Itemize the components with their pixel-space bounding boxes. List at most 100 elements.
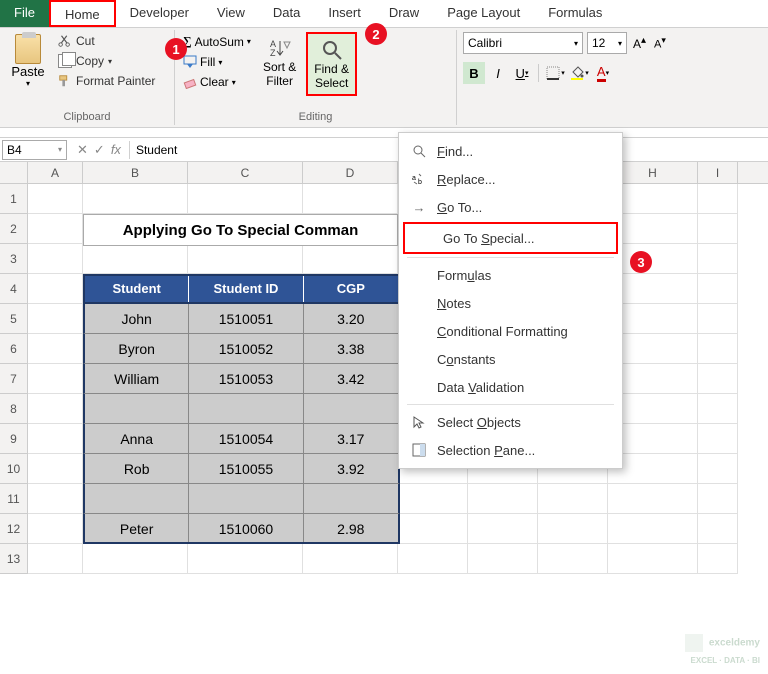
cell[interactable]	[698, 244, 738, 274]
th-student-id[interactable]: Student ID	[189, 276, 303, 302]
tab-insert[interactable]: Insert	[314, 0, 375, 27]
cell[interactable]	[28, 244, 83, 274]
table-cell[interactable]	[304, 484, 398, 513]
select-all-corner[interactable]	[0, 162, 28, 183]
row-head[interactable]: 7	[0, 364, 28, 394]
cell[interactable]	[698, 544, 738, 574]
row-head[interactable]: 1	[0, 184, 28, 214]
cell[interactable]	[303, 244, 398, 274]
dd-formulas[interactable]: Formulas	[399, 261, 622, 289]
cell[interactable]	[303, 544, 398, 574]
cell[interactable]	[538, 484, 608, 514]
dd-data-val[interactable]: Data Validation	[399, 373, 622, 401]
cell[interactable]	[28, 184, 83, 214]
cell[interactable]	[28, 304, 83, 334]
table-cell[interactable]: 1510054	[189, 424, 303, 453]
cell[interactable]	[28, 394, 83, 424]
tab-view[interactable]: View	[203, 0, 259, 27]
cell[interactable]	[698, 394, 738, 424]
row-head[interactable]: 5	[0, 304, 28, 334]
font-name-select[interactable]: Calibri▾	[463, 32, 583, 54]
cell[interactable]	[468, 514, 538, 544]
table-cell[interactable]: 1510052	[189, 334, 303, 363]
cell[interactable]	[398, 514, 468, 544]
cell[interactable]	[303, 184, 398, 214]
table-cell[interactable]: John	[85, 304, 189, 333]
col-head-I[interactable]: I	[698, 162, 738, 183]
cell[interactable]	[188, 244, 303, 274]
table-cell[interactable]: 3.20	[304, 304, 398, 333]
cell[interactable]	[83, 244, 188, 274]
dd-notes[interactable]: Notes	[399, 289, 622, 317]
row-head[interactable]: 6	[0, 334, 28, 364]
italic-button[interactable]: I	[487, 62, 509, 84]
table-cell[interactable]	[189, 484, 303, 513]
cut-button[interactable]: Cut	[54, 32, 159, 50]
cell[interactable]	[698, 274, 738, 304]
row-head[interactable]: 3	[0, 244, 28, 274]
paste-button[interactable]: Paste ▾	[6, 32, 50, 90]
dd-selection-pane[interactable]: Selection Pane...	[399, 436, 622, 464]
cell[interactable]	[28, 274, 83, 304]
cell[interactable]	[28, 514, 83, 544]
find-select-button[interactable]: Find & Select	[306, 32, 357, 96]
tab-data[interactable]: Data	[259, 0, 314, 27]
col-head-B[interactable]: B	[83, 162, 188, 183]
cell[interactable]	[698, 304, 738, 334]
cell[interactable]	[698, 334, 738, 364]
table-cell[interactable]: 3.17	[304, 424, 398, 453]
cell[interactable]	[28, 364, 83, 394]
format-painter-button[interactable]: Format Painter	[54, 72, 159, 90]
table-cell[interactable]: 1510060	[189, 514, 303, 542]
row-head[interactable]: 10	[0, 454, 28, 484]
clear-button[interactable]: Clear ▾	[181, 73, 253, 91]
table-cell[interactable]: 3.92	[304, 454, 398, 483]
fx-icon[interactable]: fx	[111, 142, 121, 158]
cell[interactable]	[538, 514, 608, 544]
dd-find[interactable]: Find...	[399, 137, 622, 165]
cell[interactable]	[608, 544, 698, 574]
cell[interactable]	[698, 214, 738, 244]
cell[interactable]	[468, 544, 538, 574]
cell[interactable]	[698, 454, 738, 484]
th-student[interactable]: Student	[85, 276, 189, 302]
cell[interactable]	[398, 484, 468, 514]
sort-filter-button[interactable]: AZ Sort & Filter	[257, 32, 302, 92]
cell[interactable]	[188, 184, 303, 214]
table-cell[interactable]: 1510053	[189, 364, 303, 393]
increase-font-button[interactable]: A▴	[631, 35, 648, 51]
underline-button[interactable]: U▾	[511, 62, 533, 84]
tab-home[interactable]: Home	[49, 0, 116, 27]
cell[interactable]	[608, 484, 698, 514]
row-head[interactable]: 11	[0, 484, 28, 514]
cell[interactable]	[28, 334, 83, 364]
table-cell[interactable]: Rob	[85, 454, 189, 483]
cell[interactable]	[83, 184, 188, 214]
font-size-select[interactable]: 12▾	[587, 32, 627, 54]
dd-constants[interactable]: Constants	[399, 345, 622, 373]
cell[interactable]	[698, 514, 738, 544]
table-cell[interactable]	[85, 394, 189, 423]
font-color-button[interactable]: A▾	[592, 62, 614, 84]
cell[interactable]	[398, 544, 468, 574]
dd-goto[interactable]: → Go To...	[399, 193, 622, 221]
table-cell[interactable]: Anna	[85, 424, 189, 453]
dd-cond-fmt[interactable]: Conditional Formatting	[399, 317, 622, 345]
copy-button[interactable]: Copy ▾	[54, 52, 159, 70]
table-cell[interactable]: 1510051	[189, 304, 303, 333]
row-head[interactable]: 13	[0, 544, 28, 574]
table-cell[interactable]	[304, 394, 398, 423]
cell[interactable]	[188, 544, 303, 574]
tab-developer[interactable]: Developer	[116, 0, 203, 27]
table-cell[interactable]	[189, 394, 303, 423]
row-head[interactable]: 4	[0, 274, 28, 304]
cell[interactable]	[698, 424, 738, 454]
table-cell[interactable]: 1510055	[189, 454, 303, 483]
fill-button[interactable]: Fill ▾	[181, 53, 253, 71]
table-cell[interactable]: 3.38	[304, 334, 398, 363]
cell[interactable]	[468, 484, 538, 514]
cell[interactable]	[538, 544, 608, 574]
cell[interactable]	[28, 454, 83, 484]
th-cgpa[interactable]: CGP	[304, 276, 398, 302]
cell[interactable]	[698, 364, 738, 394]
